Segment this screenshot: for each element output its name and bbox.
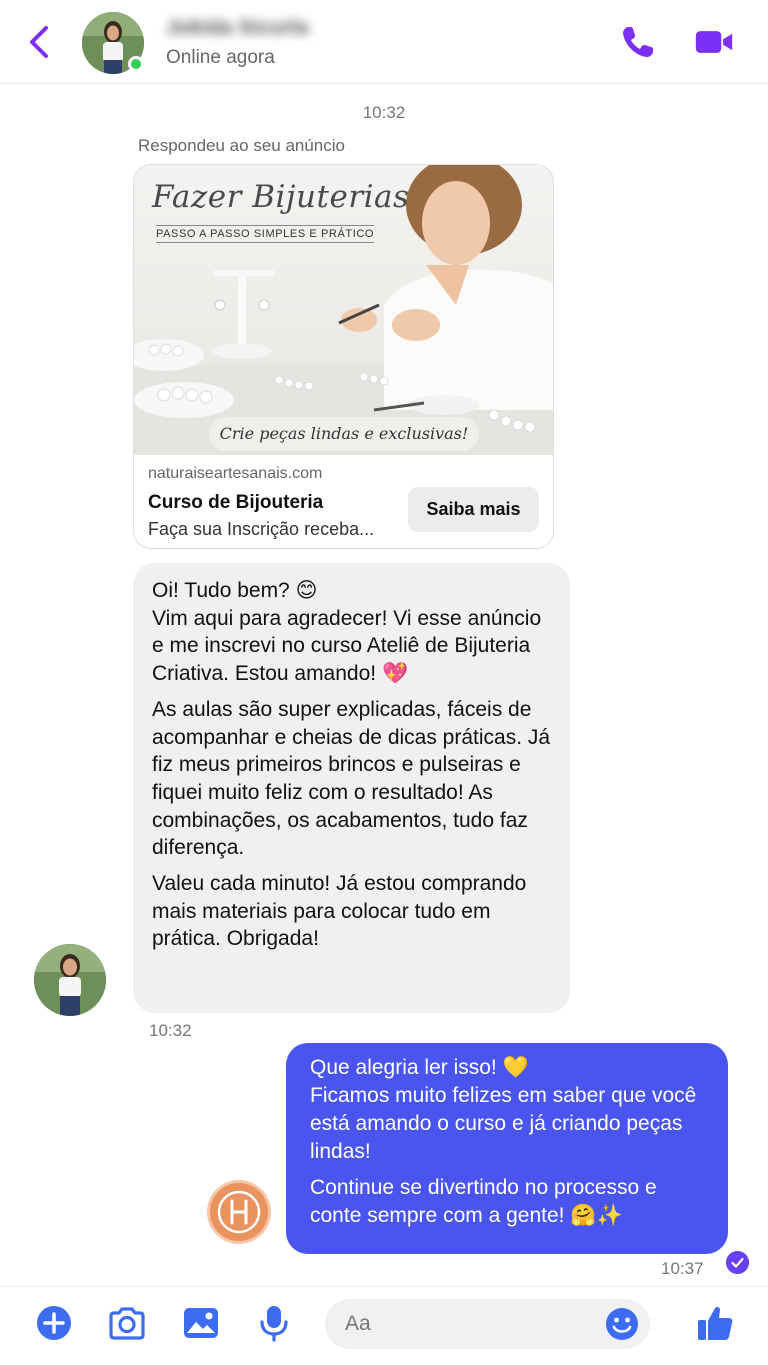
contact-name: Jokida Sicurla <box>166 16 309 39</box>
phone-call-icon[interactable] <box>618 22 658 62</box>
microphone-icon[interactable] <box>254 1303 294 1343</box>
back-arrow-icon[interactable] <box>22 20 58 64</box>
ad-image-tagline: Crie peças lindas e exclusivas! <box>209 417 479 451</box>
outgoing-message-bubble[interactable]: Que alegria ler isso! 💛 Ficamos muito fe… <box>286 1043 728 1254</box>
sender-avatar[interactable] <box>34 944 106 1016</box>
ad-image: Fazer Bijuterias PASSO A PASSO SIMPLES E… <box>134 165 553 455</box>
incoming-message-paragraph: Valeu cada minuto! Já estou comprando ma… <box>152 872 527 951</box>
timestamp-top: 10:32 <box>362 103 406 122</box>
ad-domain: naturaiseartesanais.com <box>148 465 323 482</box>
outgoing-timestamp: 10:37 <box>661 1259 704 1278</box>
ad-card[interactable]: Fazer Bijuterias PASSO A PASSO SIMPLES E… <box>133 164 554 549</box>
emoji-icon[interactable] <box>604 1306 640 1342</box>
ad-image-title: Fazer Bijuterias <box>152 179 410 215</box>
outgoing-message-paragraph: Ficamos muito felizes em saber que você … <box>310 1084 697 1163</box>
camera-icon[interactable] <box>107 1303 147 1343</box>
gallery-image-icon[interactable] <box>181 1303 221 1343</box>
thumbs-up-icon[interactable] <box>695 1303 735 1343</box>
seen-check-icon <box>726 1251 749 1274</box>
online-indicator <box>128 56 144 72</box>
ad-description: Faça sua Inscrição receba... <box>148 519 375 539</box>
incoming-message-line: Oi! Tudo bem? 😊 <box>152 579 318 602</box>
brand-logo-avatar[interactable] <box>207 1180 271 1244</box>
ad-image-subtitle: PASSO A PASSO SIMPLES E PRÁTICO <box>156 225 375 243</box>
video-call-icon[interactable] <box>694 22 734 62</box>
chat-header: Jokida Sicurla Online agora <box>0 0 768 84</box>
incoming-timestamp: 10:32 <box>149 1021 192 1040</box>
message-composer <box>0 1286 768 1365</box>
outgoing-message-paragraph: Continue se divertindo no processo e con… <box>310 1176 657 1227</box>
replied-to-ad-note: Respondeu ao seu anúncio <box>138 136 345 155</box>
incoming-message-bubble[interactable]: Oi! Tudo bem? 😊 Vim aqui para agradecer!… <box>133 563 570 1013</box>
ad-info: naturaiseartesanais.com Curso de Bijoute… <box>134 455 553 548</box>
incoming-message-paragraph: As aulas são super explicadas, fáceis de… <box>152 697 551 860</box>
ad-course-title: Curso de Bijouteria <box>148 492 324 513</box>
plus-icon[interactable] <box>34 1303 74 1343</box>
learn-more-button[interactable]: Saiba mais <box>408 487 539 532</box>
incoming-message-paragraph: Vim aqui para agradecer! Vi esse anúncio… <box>152 606 542 686</box>
contact-avatar[interactable] <box>82 12 144 74</box>
outgoing-message-line: Que alegria ler isso! 💛 <box>310 1056 529 1079</box>
contact-status: Online agora <box>166 47 275 68</box>
message-input[interactable] <box>325 1299 650 1349</box>
